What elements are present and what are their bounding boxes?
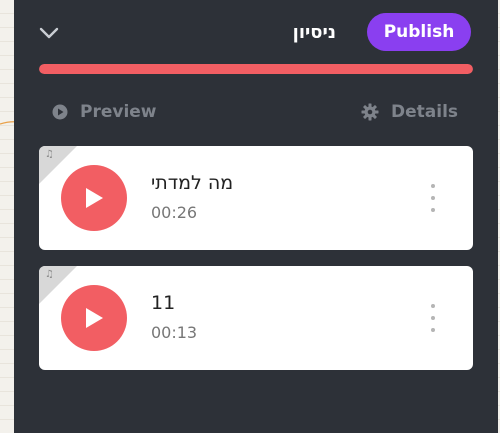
chevron-down-icon: [39, 27, 59, 39]
project-title[interactable]: ניסיון: [293, 18, 336, 48]
play-circle-icon: [52, 104, 68, 120]
more-options-icon[interactable]: [423, 304, 443, 332]
track-card[interactable]: ♫ 11 00:13: [39, 266, 473, 370]
play-icon: [86, 308, 103, 328]
preview-button[interactable]: Preview: [52, 100, 157, 124]
play-icon: [86, 188, 103, 208]
preview-label: Preview: [80, 102, 157, 122]
more-options-icon[interactable]: [423, 184, 443, 212]
details-button[interactable]: Details: [361, 100, 458, 124]
gear-icon: [361, 103, 379, 121]
progress-bar: [39, 64, 473, 74]
play-button[interactable]: [61, 165, 127, 231]
track-title: 11: [151, 292, 176, 314]
collapse-button[interactable]: [34, 18, 64, 48]
music-note-icon: ♫: [45, 149, 54, 160]
track-duration: 00:13: [151, 323, 198, 342]
publish-button[interactable]: Publish: [367, 13, 471, 51]
music-note-icon: ♫: [45, 269, 54, 280]
details-label: Details: [391, 102, 459, 122]
track-card[interactable]: ♫ מה למדתי 00:26: [39, 146, 473, 250]
track-duration: 00:26: [151, 203, 198, 222]
progress-fill: [39, 64, 473, 74]
track-title: מה למדתי: [151, 172, 234, 194]
play-button[interactable]: [61, 285, 127, 351]
